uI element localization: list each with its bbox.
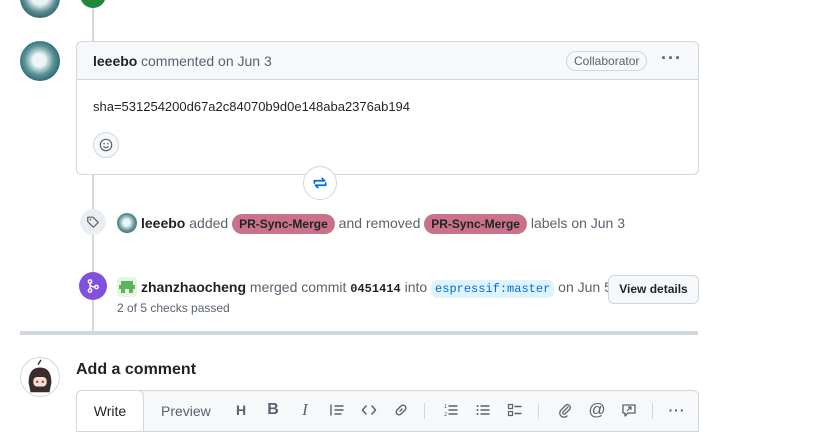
merge-event-actor[interactable]: zhanzhaocheng xyxy=(141,279,246,295)
svg-text:1: 1 xyxy=(444,404,447,410)
previous-event-icon xyxy=(80,0,106,8)
timeline-line-lower xyxy=(92,174,94,332)
tag-icon xyxy=(80,209,106,235)
toolbar-separator xyxy=(424,403,425,419)
comment-author[interactable]: leeebo xyxy=(93,53,137,69)
avatar-leeebo[interactable] xyxy=(20,41,60,81)
view-details-button[interactable]: View details xyxy=(608,275,699,304)
mention-icon[interactable]: @ xyxy=(588,400,606,419)
unordered-list-icon[interactable] xyxy=(474,401,492,419)
merge-event-date: on Jun 5 xyxy=(558,279,612,295)
label-event-actor[interactable]: leeebo xyxy=(141,215,185,231)
comment-header: leeebo commented on Jun 3 Collaborator ·… xyxy=(77,42,698,80)
merge-event-into: into xyxy=(404,279,428,295)
toolbar-separator xyxy=(538,403,539,419)
reference-icon[interactable] xyxy=(620,401,638,419)
avatar-zhanzhaocheng[interactable] xyxy=(117,277,137,297)
added-label[interactable]: PR-Sync-Merge xyxy=(232,214,335,234)
link-icon[interactable] xyxy=(392,401,410,419)
tab-write[interactable]: Write xyxy=(76,390,144,431)
more-icon[interactable]: ··· xyxy=(668,401,686,419)
comment-action[interactable]: commented on Jun 3 xyxy=(141,53,272,69)
label-event-suffix: labels on Jun 3 xyxy=(530,215,626,231)
heading-icon[interactable]: H xyxy=(232,401,250,419)
quote-icon[interactable] xyxy=(328,401,346,419)
removed-label[interactable]: PR-Sync-Merge xyxy=(424,214,527,234)
avatar-previous[interactable] xyxy=(20,0,60,18)
task-list-icon[interactable] xyxy=(506,401,524,419)
merge-event-text: zhanzhaocheng merged commit 0451414 into… xyxy=(141,277,612,299)
add-comment-title: Add a comment xyxy=(76,361,197,378)
comment-body: sha=531254200d67a2c84070b9d0e148aba2376a… xyxy=(93,99,411,114)
checks-status[interactable]: 2 of 5 checks passed xyxy=(117,301,230,315)
collaborator-badge: Collaborator xyxy=(566,51,648,71)
label-event-removed: and removed xyxy=(338,215,421,231)
merge-event-merged: merged commit xyxy=(249,279,347,295)
kebab-horizontal-icon[interactable]: ··· xyxy=(661,48,682,69)
smiley-icon[interactable] xyxy=(93,132,119,158)
toolbar-separator xyxy=(652,403,653,419)
merge-target-branch[interactable]: espressif:master xyxy=(431,280,555,298)
svg-text:2: 2 xyxy=(444,412,447,418)
italic-icon[interactable]: I xyxy=(296,400,314,419)
avatar-current-user[interactable] xyxy=(20,357,60,397)
comment-card: leeebo commented on Jun 3 Collaborator ·… xyxy=(76,41,699,175)
ordered-list-icon[interactable]: 12 xyxy=(442,401,460,419)
timeline-divider xyxy=(20,331,698,335)
label-event-text: leeebo added PR-Sync-Merge and removed P… xyxy=(141,213,625,235)
merge-commit-sha[interactable]: 0451414 xyxy=(350,282,400,296)
tab-preview[interactable]: Preview xyxy=(161,391,211,431)
avatar-leeebo-small[interactable] xyxy=(117,213,137,233)
code-icon[interactable] xyxy=(360,401,378,419)
label-event-added: added xyxy=(189,215,229,231)
bold-icon[interactable]: B xyxy=(264,401,282,419)
git-merge-icon xyxy=(79,272,107,300)
attach-icon[interactable] xyxy=(556,401,574,419)
sync-icon xyxy=(303,166,337,200)
